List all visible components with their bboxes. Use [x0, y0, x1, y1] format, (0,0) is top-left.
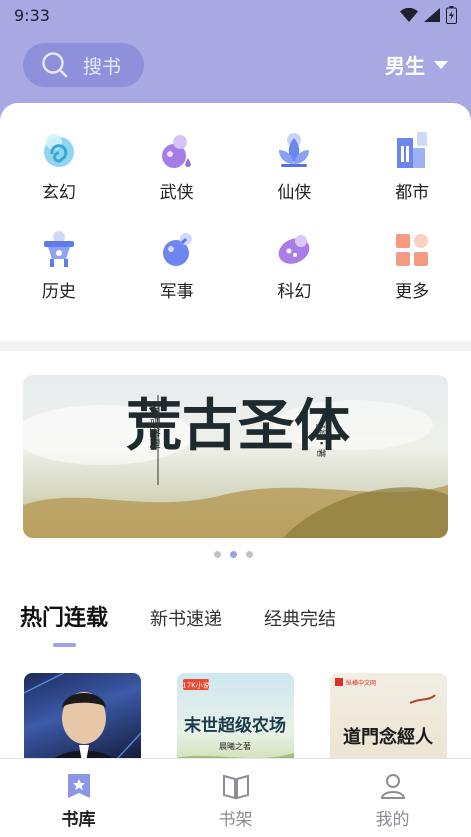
banner-side-text: 开局签到	[148, 405, 162, 449]
buildings-icon	[397, 132, 428, 168]
wifi-icon	[400, 8, 418, 22]
section-divider	[0, 341, 471, 351]
tab-hot-serial[interactable]: 热门连载	[20, 600, 108, 632]
grid-icon	[396, 234, 429, 266]
book-cover-title: 道門念經人	[343, 726, 434, 748]
carousel-dot-active[interactable]	[230, 551, 237, 558]
category-dushi[interactable]: 都市	[353, 130, 471, 203]
battery-icon	[446, 6, 457, 24]
banner-author-text: J神 • 著	[315, 424, 327, 458]
category-kehuan[interactable]: 科幻	[236, 229, 354, 302]
swirl-icon	[43, 134, 74, 167]
category-junshi[interactable]: 军事	[118, 229, 236, 302]
status-time: 9:33	[14, 6, 50, 25]
category-label: 更多	[395, 282, 430, 302]
nav-profile[interactable]: 我的	[314, 759, 471, 837]
category-label: 历史	[41, 282, 76, 302]
category-lishi[interactable]: 历史	[0, 229, 118, 302]
status-bar: 9:33	[0, 0, 471, 32]
lotus-icon	[279, 133, 310, 167]
category-label: 科幻	[277, 282, 312, 302]
book-tabs: 热门连载 新书速递 经典完结	[20, 600, 378, 632]
tab-classic-finished[interactable]: 经典完结	[264, 605, 336, 631]
category-xuanhuan[interactable]: 玄幻	[0, 130, 118, 203]
gourd-icon	[161, 135, 191, 168]
category-label: 都市	[395, 183, 430, 203]
search-label: 搜书	[83, 55, 122, 78]
book-cover-author: 晨曦之著	[219, 741, 251, 751]
bell-icon	[43, 231, 74, 267]
search-button[interactable]: 搜书	[23, 43, 144, 87]
banner-image: 荒古圣体 开局签到 J神 • 著	[23, 393, 448, 538]
status-icons	[400, 6, 457, 24]
tab-new-books[interactable]: 新书速递	[150, 605, 222, 631]
bottom-navigation: 书库 书架 我的	[0, 758, 471, 837]
nav-label: 我的	[375, 810, 410, 830]
profile-icon	[380, 774, 405, 799]
book-cover-tag: 纵横中文网	[346, 679, 376, 687]
tab-indicator	[53, 643, 76, 647]
nav-bookshelf[interactable]: 书架	[157, 759, 314, 837]
bookshelf-icon	[222, 774, 249, 800]
nav-label: 书库	[61, 810, 96, 830]
category-xianxia[interactable]: 仙侠	[236, 130, 354, 203]
search-icon	[42, 52, 68, 78]
planet-icon	[279, 235, 310, 264]
bomb-icon	[162, 233, 192, 266]
category-label: 玄幻	[41, 183, 76, 203]
gender-label: 男生	[385, 54, 425, 78]
carousel-dots	[214, 551, 253, 558]
category-label: 军事	[159, 282, 194, 302]
nav-label: 书架	[218, 810, 253, 830]
banner-carousel[interactable]: 荒古圣体 开局签到 J神 • 著	[23, 375, 448, 538]
category-more[interactable]: 更多	[353, 229, 471, 302]
category-wuxia[interactable]: 武侠	[118, 130, 236, 203]
book-cover-tag: 17K小说	[182, 681, 210, 690]
book-cover-title: 末世超级农场	[184, 715, 286, 736]
nav-library[interactable]: 书库	[0, 759, 157, 837]
gender-selector[interactable]: 男生	[385, 50, 449, 79]
carousel-dot[interactable]	[214, 551, 221, 558]
category-label: 仙侠	[277, 183, 312, 203]
carousel-dot[interactable]	[246, 551, 253, 558]
library-icon	[67, 774, 90, 798]
category-grid: 玄幻 武侠 仙侠 都市 历史 军事 科幻 更多	[0, 130, 471, 302]
signal-icon	[424, 8, 440, 22]
category-panel: 玄幻 武侠 仙侠 都市 历史 军事 科幻 更多	[0, 103, 471, 341]
chevron-down-icon	[434, 60, 448, 69]
category-label: 武侠	[159, 183, 194, 203]
